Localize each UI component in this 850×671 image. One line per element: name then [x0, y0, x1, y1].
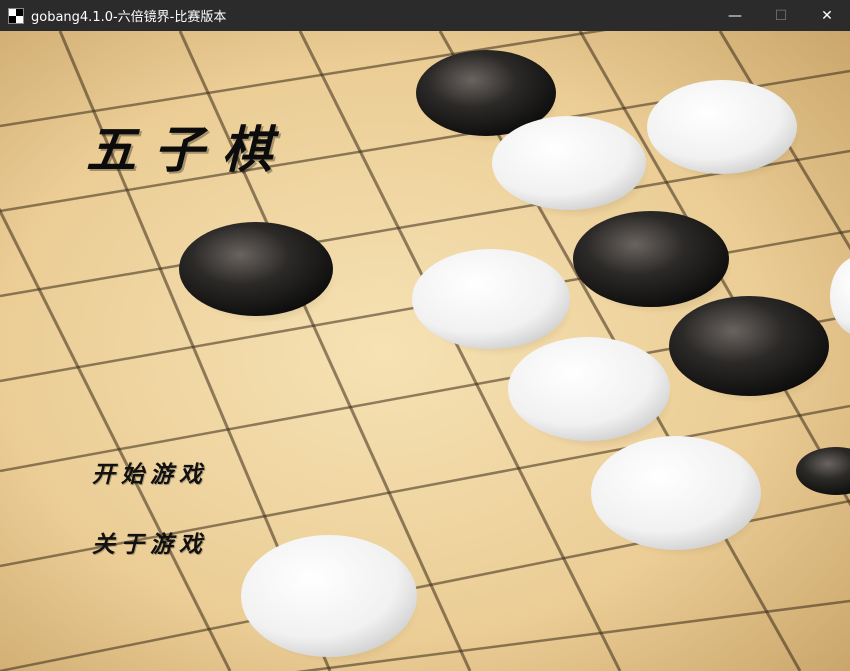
white-stone: [508, 337, 670, 441]
black-stone: [573, 211, 729, 307]
title-bar[interactable]: gobang4.1.0-六倍镜界-比赛版本 — ☐ ✕: [0, 0, 850, 31]
black-stone: [179, 222, 333, 316]
white-stone: [412, 249, 570, 349]
start-game-button[interactable]: 开始游戏: [92, 455, 208, 489]
black-stone: [669, 296, 829, 396]
white-stone: [492, 116, 646, 210]
maximize-button[interactable]: ☐: [758, 0, 804, 31]
close-button[interactable]: ✕: [804, 0, 850, 31]
window-controls: — ☐ ✕: [712, 0, 850, 31]
white-stone: [647, 80, 797, 174]
app-icon: [8, 7, 24, 24]
white-stone: [241, 535, 417, 657]
about-game-button[interactable]: 关于游戏: [92, 525, 208, 559]
window-title: gobang4.1.0-六倍镜界-比赛版本: [31, 10, 227, 25]
white-stone: [591, 436, 761, 550]
game-window: gobang4.1.0-六倍镜界-比赛版本 — ☐ ✕ 五子棋 开始游戏 关于游…: [0, 0, 850, 671]
minimize-button[interactable]: —: [712, 0, 758, 31]
game-title: 五子棋: [86, 120, 290, 179]
